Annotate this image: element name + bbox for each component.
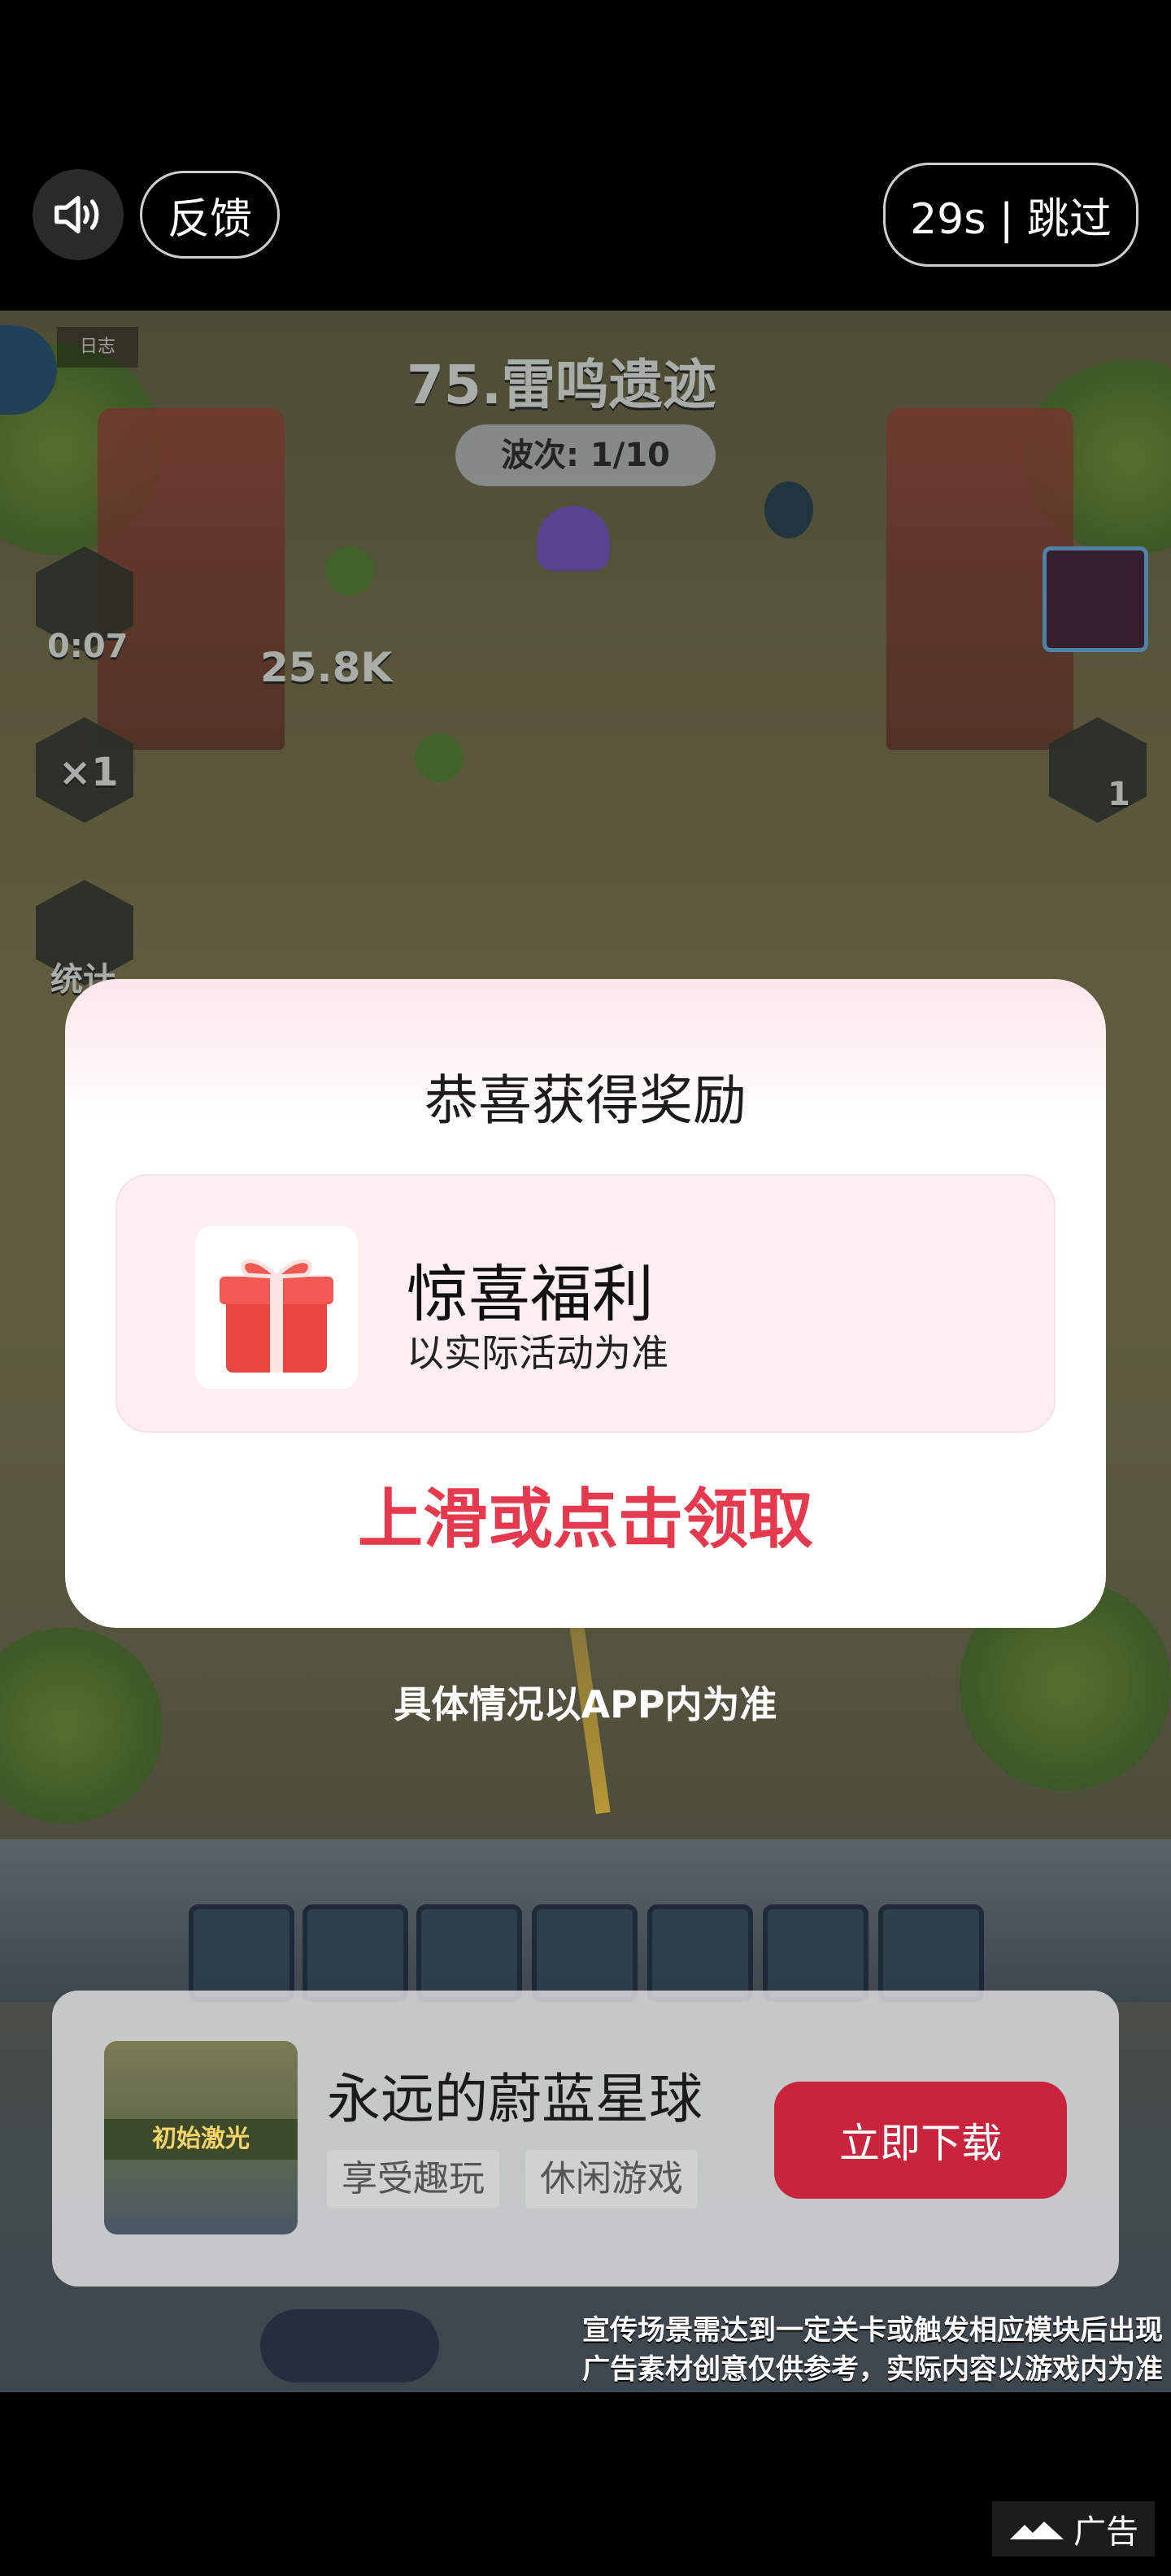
skip-button[interactable]: 29s | 跳过 <box>883 163 1138 267</box>
reward-title: 惊喜福利 <box>407 1258 654 1330</box>
ad-notes: 宣传场景需达到一定关卡或触发相应模块后出现 广告素材创意仅供参考，实际内容以游戏… <box>520 2311 1163 2389</box>
disclaimer-text: 具体情况以APP内为准 <box>394 1682 777 1726</box>
game-thumbnail[interactable]: 初始激光 <box>104 2041 298 2234</box>
modal-title: 恭喜获得奖励 <box>424 1069 747 1132</box>
game-tag: 享受趣玩 <box>327 2150 499 2208</box>
game-info-card[interactable]: 初始激光 永远的蔚蓝星球 享受趣玩 休闲游戏 立即下载 <box>52 1991 1119 2287</box>
speaker-icon <box>54 195 99 234</box>
ad-note-line: 广告素材创意仅供参考，实际内容以游戏内为准 <box>582 2353 1163 2386</box>
ad-logo-icon <box>1010 2522 1064 2539</box>
reward-modal[interactable]: 恭喜获得奖励 惊喜福利 以实际活动为准 上滑或点击领取 <box>65 979 1106 1628</box>
ad-label-text: 广告 <box>1073 2513 1138 2551</box>
feedback-button[interactable]: 反馈 <box>140 171 280 259</box>
game-name: 永远的蔚蓝星球 <box>327 2068 703 2130</box>
gift-icon <box>220 1259 333 1373</box>
claim-reward-button[interactable]: 上滑或点击领取 <box>65 1467 1106 1561</box>
sound-toggle-button[interactable] <box>33 169 124 260</box>
gift-tile <box>195 1226 358 1389</box>
ad-label: 广告 <box>992 2501 1155 2556</box>
ad-note-line: 宣传场景需达到一定关卡或触发相应模块后出现 <box>582 2314 1163 2347</box>
download-button[interactable]: 立即下载 <box>774 2082 1067 2199</box>
thumbnail-banner: 初始激光 <box>104 2119 298 2160</box>
game-tag: 休闲游戏 <box>525 2150 698 2208</box>
reward-card[interactable]: 惊喜福利 以实际活动为准 <box>115 1174 1056 1433</box>
reward-subtitle: 以实际活动为准 <box>407 1331 668 1375</box>
upgrade-button[interactable] <box>260 2309 439 2382</box>
